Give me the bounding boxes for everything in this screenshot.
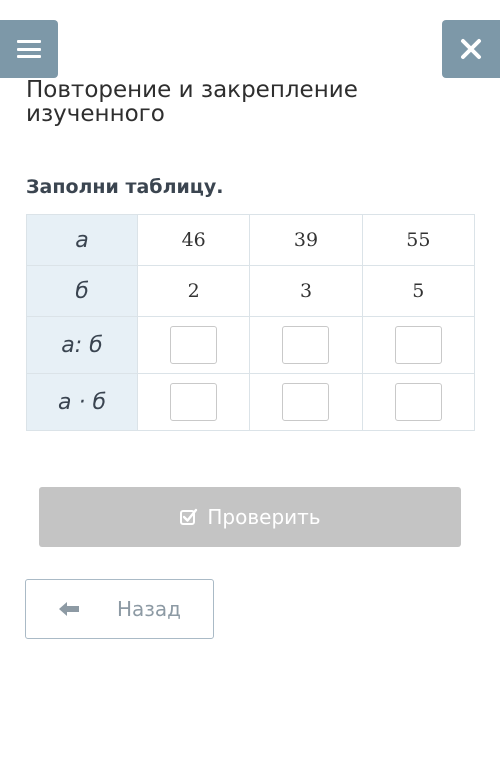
table-cell: 2 <box>136 265 251 317</box>
table-cell <box>249 316 363 374</box>
hamburger-menu-icon <box>17 40 41 58</box>
table-cell: 46 <box>136 214 251 266</box>
back-button[interactable]: Назад <box>25 579 214 639</box>
menu-button[interactable] <box>0 20 58 78</box>
task-instruction: Заполни таблицу. <box>26 176 224 198</box>
table-cell <box>249 373 363 431</box>
row-label-a: a <box>26 214 138 266</box>
table-cell <box>361 373 476 431</box>
arrow-left-icon <box>59 602 79 616</box>
quotient-answer-input-2[interactable] <box>282 326 330 364</box>
table-row: a · б <box>26 373 476 431</box>
back-button-label: Назад <box>117 597 182 621</box>
table-cell: 3 <box>249 265 363 317</box>
table-row: б 2 3 5 <box>26 265 476 317</box>
product-answer-input-3[interactable] <box>394 383 442 421</box>
check-button-label: Проверить <box>207 505 321 529</box>
row-label-b: б <box>26 265 138 317</box>
table-cell <box>361 316 476 374</box>
table-row: a: б <box>26 316 476 374</box>
task-table: a 46 39 55 б 2 3 5 a: б a · б <box>26 214 476 431</box>
row-label-quotient: a: б <box>26 316 138 374</box>
quotient-answer-input-1[interactable] <box>170 326 218 364</box>
product-answer-input-2[interactable] <box>282 383 330 421</box>
table-row: a 46 39 55 <box>26 214 476 266</box>
table-cell: 55 <box>361 214 476 266</box>
quotient-answer-input-3[interactable] <box>394 326 442 364</box>
table-cell: 39 <box>249 214 363 266</box>
page-title: Повторение и закрепление изученного <box>26 77 358 127</box>
check-square-icon <box>180 508 198 525</box>
close-icon <box>461 39 481 59</box>
row-label-product: a · б <box>26 373 138 431</box>
close-button[interactable] <box>442 20 500 78</box>
product-answer-input-1[interactable] <box>170 383 218 421</box>
table-cell <box>136 316 251 374</box>
check-button[interactable]: Проверить <box>39 487 461 547</box>
table-cell: 5 <box>361 265 476 317</box>
table-cell <box>136 373 251 431</box>
